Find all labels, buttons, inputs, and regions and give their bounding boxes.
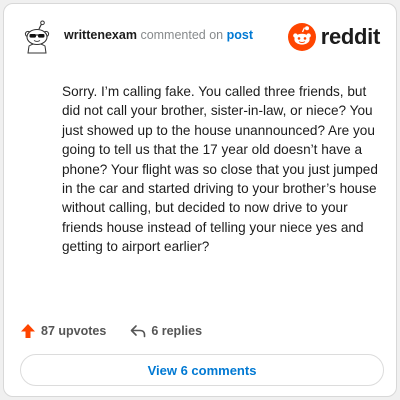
reddit-logo[interactable]: reddit: [287, 22, 381, 52]
comment-body: Sorry. I’m calling fake. You called thre…: [62, 84, 378, 255]
comment-card: writtenexam commented on post reddit Sor…: [3, 3, 397, 397]
snoo-avatar-icon: [24, 20, 50, 54]
reply-arrow-icon: [131, 325, 146, 338]
upvote-count: 87 upvotes: [41, 324, 107, 338]
replies-button[interactable]: 6 replies: [130, 324, 202, 338]
upvote-button[interactable]: 87 upvotes: [20, 323, 106, 339]
byline-action-text: commented on: [140, 28, 224, 42]
view-comments-button[interactable]: View 6 comments: [20, 354, 384, 386]
reddit-snoo-icon: [287, 23, 316, 51]
comment-header: writtenexam commented on post reddit: [20, 20, 380, 54]
comment-byline: writtenexam commented on post: [64, 28, 253, 42]
username-link[interactable]: writtenexam: [64, 28, 137, 42]
avatar[interactable]: [20, 20, 54, 54]
comment-actions: 87 upvotes 6 replies: [20, 321, 202, 341]
brand-wordmark: reddit: [320, 24, 381, 49]
replies-count: 6 replies: [151, 324, 203, 338]
post-link[interactable]: post: [227, 28, 253, 42]
upvote-arrow-icon: [21, 324, 35, 338]
